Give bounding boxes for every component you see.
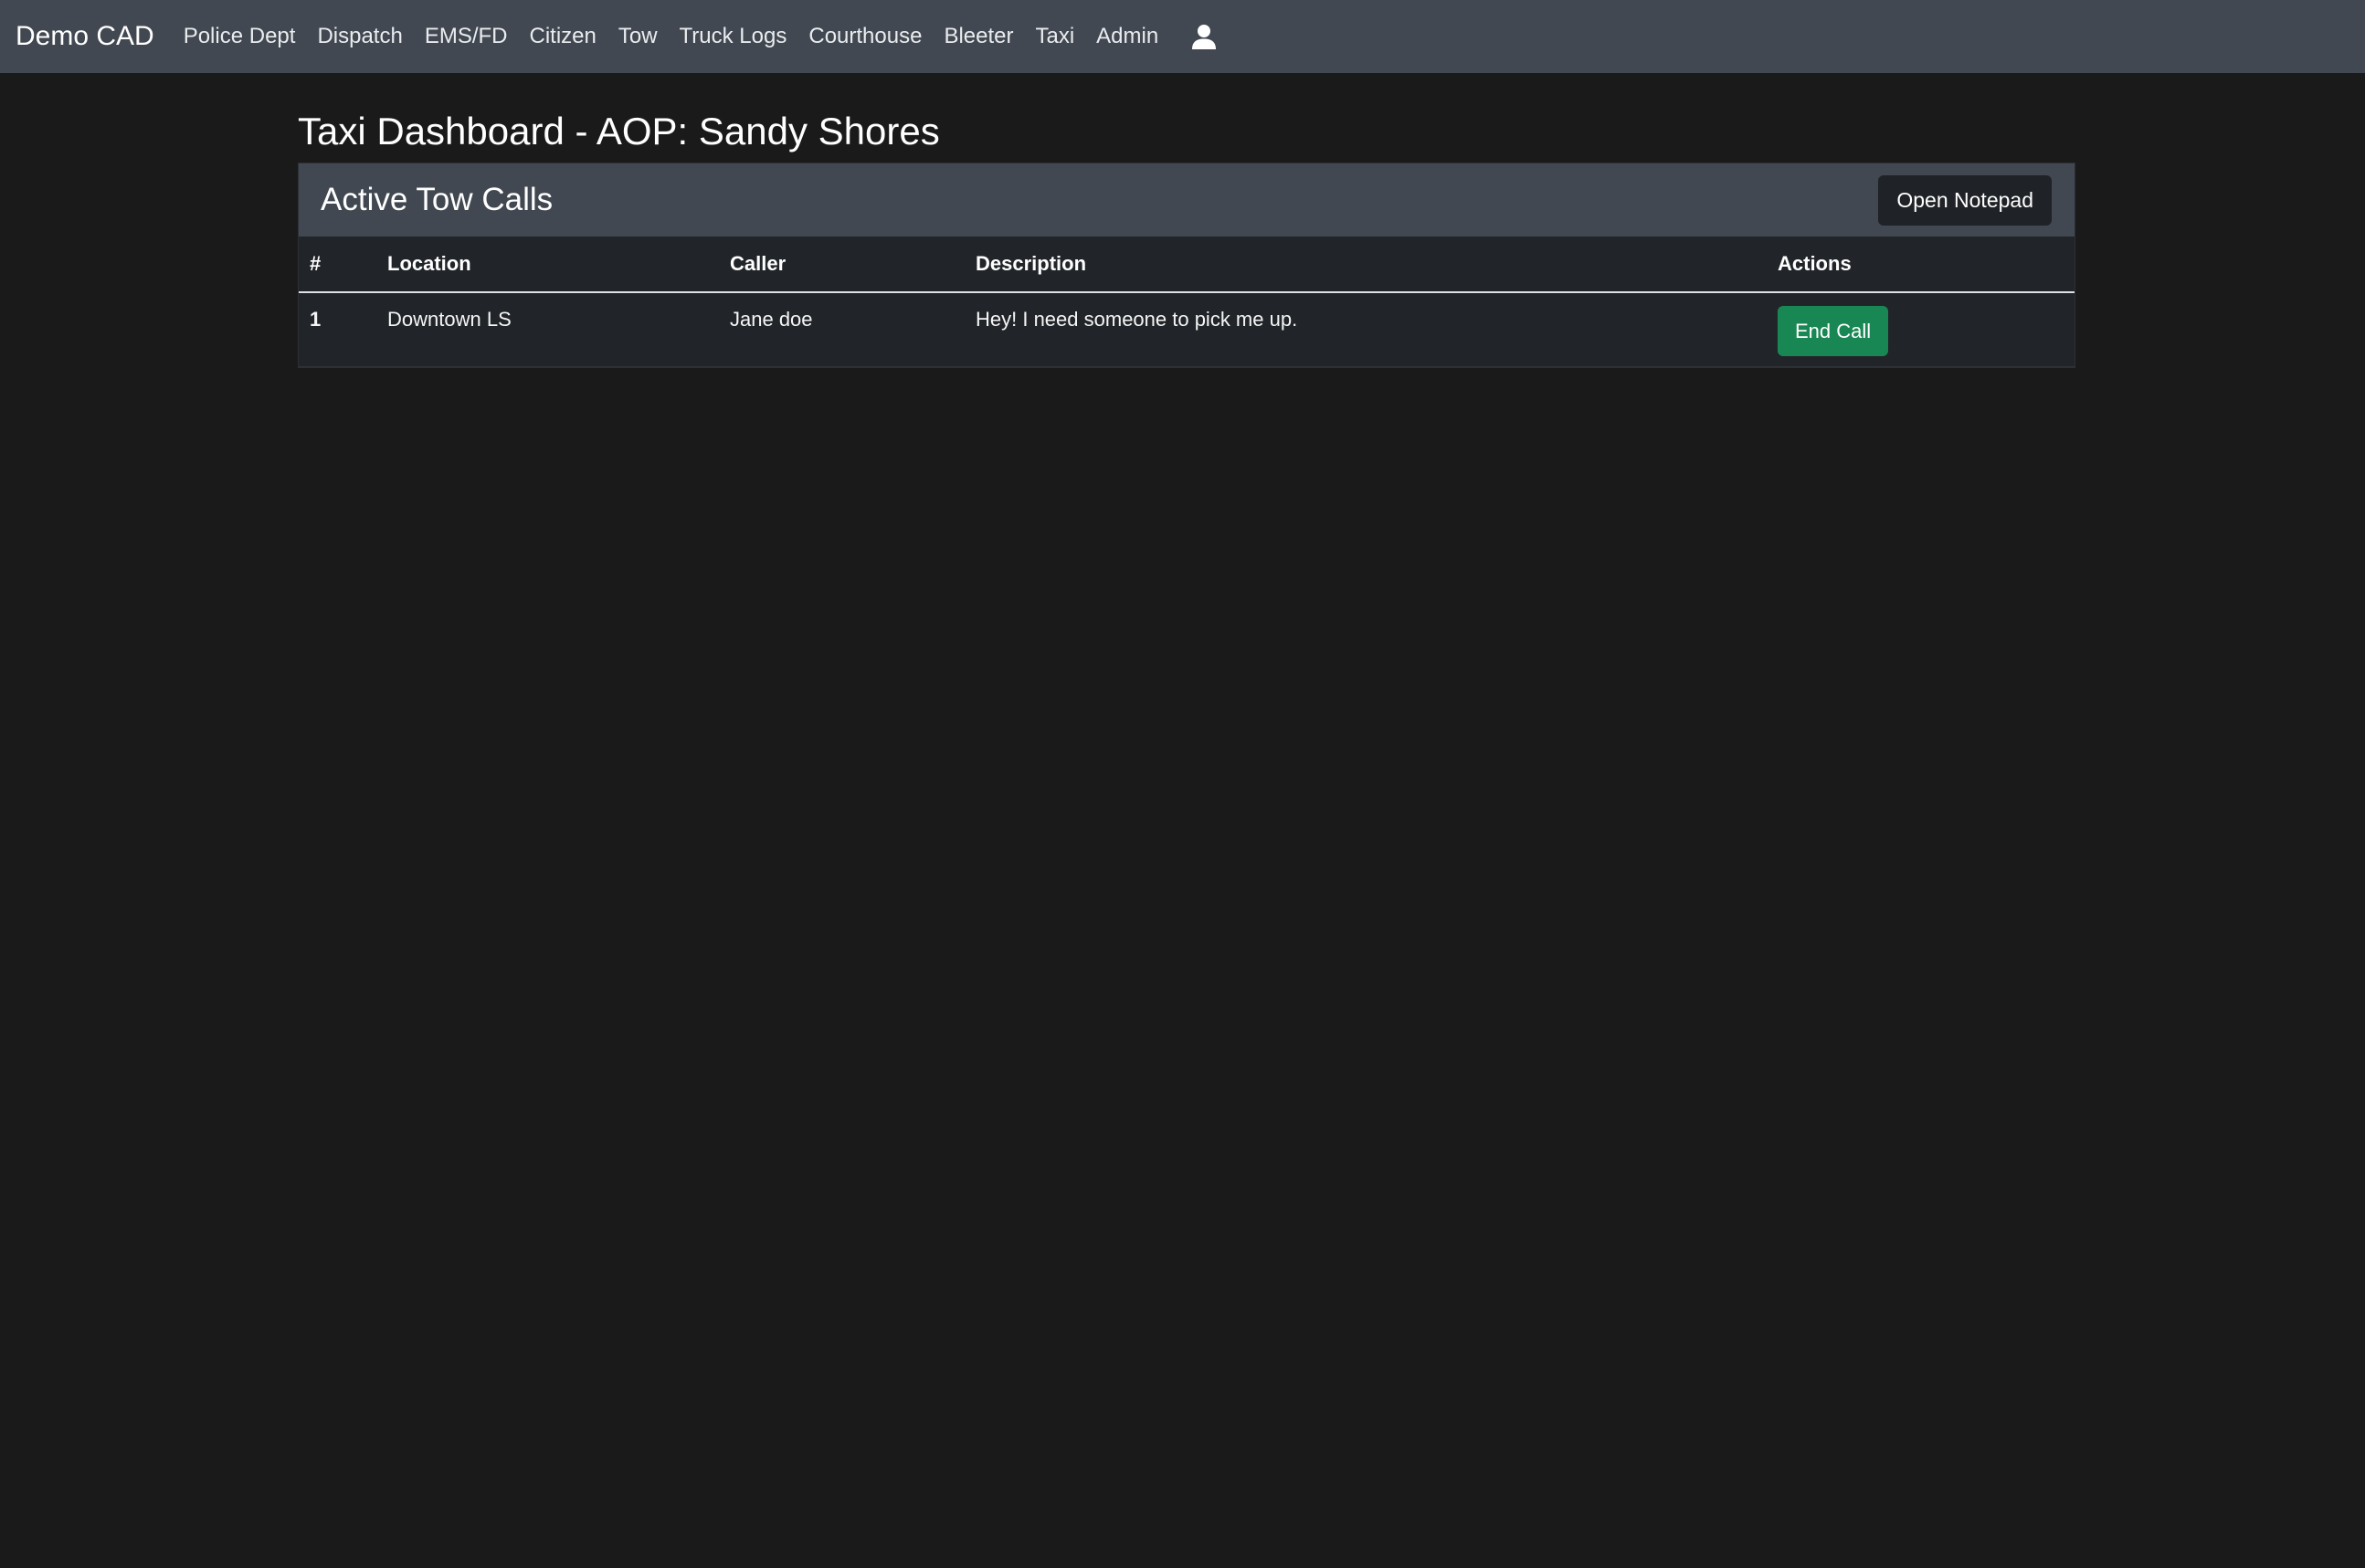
- nav-link-taxi[interactable]: Taxi: [1024, 24, 1085, 49]
- row-caller: Jane doe: [730, 308, 813, 331]
- nav-link-tow[interactable]: Tow: [607, 24, 669, 49]
- nav-link-admin[interactable]: Admin: [1085, 24, 1169, 49]
- nav-link-bleeter[interactable]: Bleeter: [933, 24, 1024, 49]
- cell-number: 1: [299, 292, 387, 367]
- column-header-number: #: [299, 237, 387, 293]
- row-description: Hey! I need someone to pick me up.: [976, 308, 1298, 331]
- nav-link-ems-fd[interactable]: EMS/FD: [414, 24, 519, 49]
- table-row: 1 Downtown LS Jane doe Hey! I need someo…: [299, 292, 2075, 367]
- cell-caller: Jane doe: [730, 292, 976, 367]
- active-tow-calls-card: Active Tow Calls Open Notepad # Location…: [298, 163, 2075, 368]
- cell-description: Hey! I need someone to pick me up.: [976, 292, 1778, 367]
- table-header-row: # Location Caller Description Actions: [299, 237, 2075, 293]
- cell-actions: End Call: [1778, 292, 2075, 367]
- nav-link-courthouse[interactable]: Courthouse: [797, 24, 933, 49]
- main-content: Taxi Dashboard - AOP: Sandy Shores Activ…: [298, 100, 2075, 368]
- nav-link-police-dept[interactable]: Police Dept: [173, 24, 307, 49]
- nav-link-truck-logs[interactable]: Truck Logs: [669, 24, 798, 49]
- column-header-actions: Actions: [1778, 237, 2075, 293]
- nav-link-citizen[interactable]: Citizen: [518, 24, 607, 49]
- cell-location: Downtown LS: [387, 292, 730, 367]
- nav-links: Police Dept Dispatch EMS/FD Citizen Tow …: [173, 24, 1170, 49]
- column-header-caller: Caller: [730, 237, 976, 293]
- tow-calls-table: # Location Caller Description Actions 1 …: [299, 237, 2075, 367]
- card-title: Active Tow Calls: [321, 182, 554, 217]
- column-header-location: Location: [387, 237, 730, 293]
- open-notepad-button[interactable]: Open Notepad: [1878, 174, 2052, 226]
- row-location: Downtown LS: [387, 308, 512, 331]
- page-title: Taxi Dashboard - AOP: Sandy Shores: [298, 110, 940, 153]
- row-number: 1: [310, 308, 322, 331]
- brand-link[interactable]: Demo CAD: [16, 21, 154, 52]
- top-navbar: Demo CAD Police Dept Dispatch EMS/FD Cit…: [0, 0, 2365, 73]
- person-icon[interactable]: [1189, 22, 1219, 51]
- nav-link-dispatch[interactable]: Dispatch: [306, 24, 413, 49]
- card-header: Active Tow Calls Open Notepad: [299, 163, 2075, 237]
- end-call-button[interactable]: End Call: [1778, 306, 1889, 356]
- column-header-description: Description: [976, 237, 1778, 293]
